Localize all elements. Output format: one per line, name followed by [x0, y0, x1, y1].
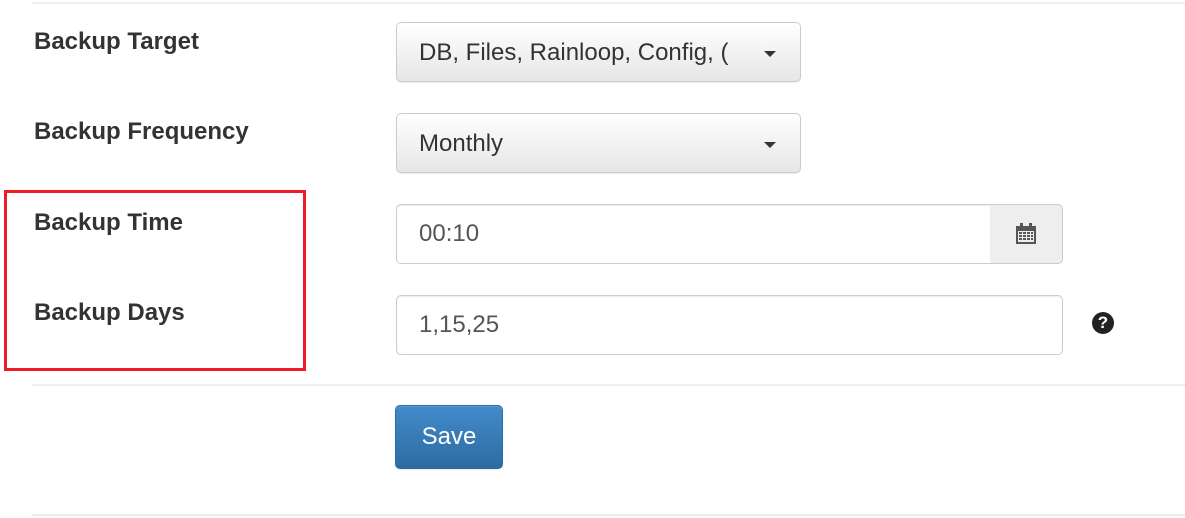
bottom-divider [32, 514, 1185, 516]
question-circle-icon[interactable]: ? [1092, 312, 1114, 334]
chevron-down-icon [764, 51, 776, 57]
backup-frequency-label: Backup Frequency [34, 118, 249, 145]
backup-frequency-select[interactable]: Monthly [396, 113, 801, 173]
highlight-box [4, 190, 306, 371]
backup-time-input[interactable] [396, 204, 991, 264]
backup-target-selected-value: DB, Files, Rainloop, Config, ( [419, 39, 729, 66]
calendar-icon [1016, 223, 1036, 244]
backup-target-select[interactable]: DB, Files, Rainloop, Config, ( [396, 22, 801, 82]
save-button[interactable]: Save [395, 405, 503, 469]
backup-days-input[interactable] [396, 295, 1063, 355]
calendar-button[interactable] [990, 204, 1063, 264]
backup-target-label: Backup Target [34, 28, 199, 55]
chevron-down-icon [764, 142, 776, 148]
top-divider [32, 2, 1185, 4]
backup-frequency-selected-value: Monthly [419, 130, 504, 157]
form-divider [32, 384, 1185, 386]
